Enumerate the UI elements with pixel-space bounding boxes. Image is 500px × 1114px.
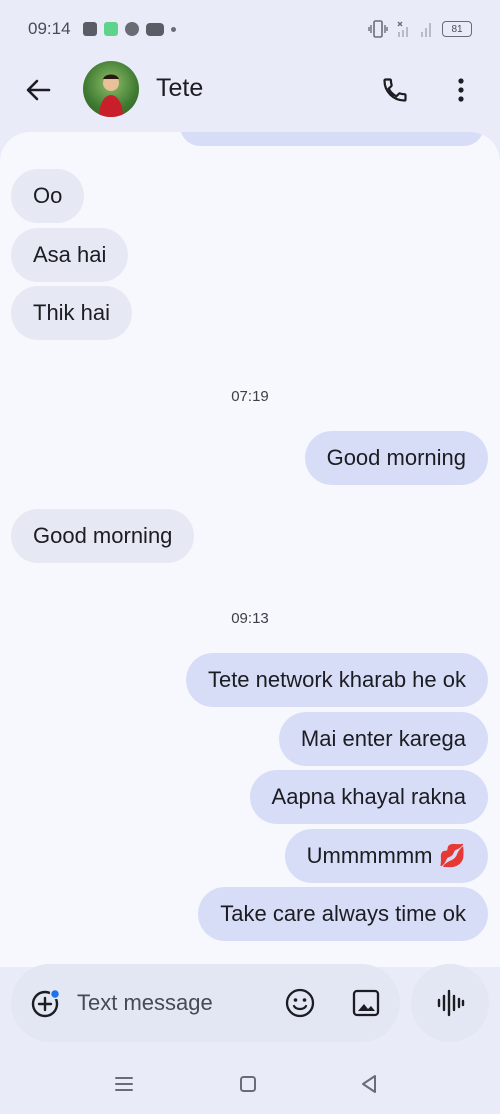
back-triangle-icon bbox=[362, 1075, 376, 1093]
menu-icon bbox=[115, 1077, 133, 1091]
contact-name[interactable]: Tete bbox=[156, 74, 203, 103]
call-button[interactable] bbox=[376, 71, 414, 109]
back-arrow-icon bbox=[26, 79, 51, 101]
vibrate-icon bbox=[368, 20, 388, 38]
conversation-header: Tete bbox=[0, 58, 500, 120]
message-bubble-outgoing[interactable]: Ummmmmm 💋 bbox=[284, 829, 488, 883]
message-bubble-outgoing[interactable]: Good morning bbox=[304, 431, 488, 485]
avatar[interactable] bbox=[83, 61, 139, 117]
voice-waveform-icon bbox=[437, 989, 465, 1017]
home-button[interactable] bbox=[234, 1070, 262, 1098]
message-bubble-outgoing[interactable]: Mai enter karega bbox=[278, 712, 488, 766]
message-bubble-outgoing[interactable]: Tete network kharab he ok bbox=[185, 653, 488, 707]
app-icon bbox=[103, 22, 118, 36]
message-list[interactable]: Oo Asa hai Thik hai 07:19 Good morning G… bbox=[0, 132, 500, 967]
message-bubble-outgoing[interactable]: Aapna khayal rakna bbox=[249, 770, 488, 824]
youtube-icon bbox=[145, 22, 164, 36]
signal-icon bbox=[421, 23, 431, 37]
message-bubble-incoming[interactable]: Oo bbox=[11, 169, 85, 223]
dot-icon bbox=[170, 26, 176, 32]
no-signal-icon bbox=[397, 21, 408, 37]
message-bubble-incoming[interactable]: Thik hai bbox=[11, 286, 133, 340]
message-composer bbox=[11, 964, 400, 1042]
home-square-icon bbox=[240, 1076, 256, 1092]
recent-apps-button[interactable] bbox=[110, 1070, 138, 1098]
add-attachment-button[interactable] bbox=[29, 986, 63, 1020]
battery-icon: 81 bbox=[442, 21, 472, 37]
app-icon bbox=[124, 22, 139, 36]
message-timestamp: 07:19 bbox=[231, 388, 269, 405]
more-vert-icon bbox=[458, 78, 464, 102]
message-bubble-outgoing-partial bbox=[180, 132, 484, 146]
emoji-icon bbox=[285, 988, 315, 1018]
system-navigation-bar bbox=[0, 1054, 500, 1114]
status-time: 09:14 bbox=[28, 19, 71, 38]
message-bubble-outgoing[interactable]: Take care always time ok bbox=[198, 887, 488, 941]
gallery-icon bbox=[352, 989, 380, 1017]
gallery-button[interactable] bbox=[349, 986, 383, 1020]
notification-icons bbox=[82, 22, 176, 36]
back-button[interactable] bbox=[20, 72, 56, 108]
phone-icon bbox=[383, 78, 407, 102]
more-options-button[interactable] bbox=[444, 71, 478, 109]
message-timestamp: 09:13 bbox=[231, 610, 269, 627]
message-input[interactable] bbox=[77, 986, 267, 1020]
facebook-icon bbox=[82, 22, 97, 36]
message-bubble-incoming[interactable]: Good morning bbox=[11, 509, 195, 563]
add-circle-icon bbox=[31, 988, 61, 1018]
status-bar: 09:14 81 bbox=[0, 0, 500, 58]
message-bubble-incoming[interactable]: Asa hai bbox=[11, 228, 129, 282]
system-back-button[interactable] bbox=[355, 1070, 383, 1098]
emoji-button[interactable] bbox=[283, 986, 317, 1020]
voice-message-button[interactable] bbox=[411, 964, 489, 1042]
